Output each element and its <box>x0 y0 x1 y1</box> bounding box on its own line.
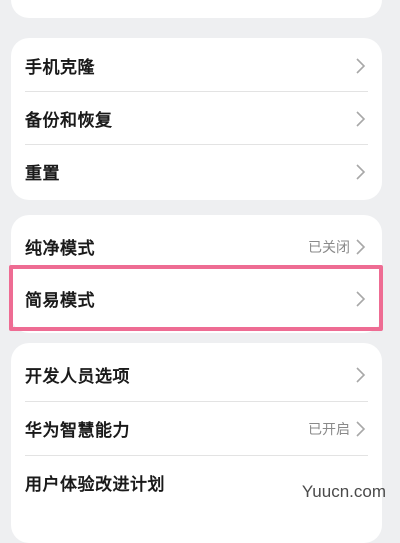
backup-settings-group: 手机克隆 备份和恢复 重置 <box>11 38 382 200</box>
developer-settings-group: 开发人员选项 华为智慧能力 已开启 用户体验改进计划 <box>11 343 382 543</box>
chevron-right-icon <box>356 57 366 74</box>
settings-item-backup-restore[interactable]: 备份和恢复 <box>11 92 382 145</box>
chevron-right-icon <box>356 238 366 255</box>
chevron-right-icon <box>356 366 366 383</box>
chevron-right-icon <box>356 110 366 127</box>
settings-item-label: 备份和恢复 <box>25 111 113 131</box>
settings-item-label: 开发人员选项 <box>25 367 130 387</box>
settings-item-label: 纯净模式 <box>25 239 95 259</box>
settings-item-phone-clone[interactable]: 手机克隆 <box>11 39 382 92</box>
watermark: Yuucn.com <box>301 482 386 501</box>
status-value: 已开启 <box>308 421 350 438</box>
settings-item-label: 用户体验改进计划 <box>25 475 165 495</box>
settings-item-huawei-ai[interactable]: 华为智慧能力 已开启 <box>11 402 382 455</box>
top-card-partial <box>11 0 382 18</box>
chevron-right-icon <box>356 420 366 437</box>
chevron-right-icon <box>356 163 366 180</box>
settings-item-label: 华为智慧能力 <box>25 421 130 441</box>
settings-item-reset[interactable]: 重置 <box>11 145 382 198</box>
settings-item-label: 手机克隆 <box>25 58 95 78</box>
status-value: 已关闭 <box>308 239 350 256</box>
settings-item-developer-options[interactable]: 开发人员选项 <box>11 348 382 401</box>
highlight-frame <box>9 265 383 331</box>
settings-item-label: 重置 <box>25 164 60 184</box>
